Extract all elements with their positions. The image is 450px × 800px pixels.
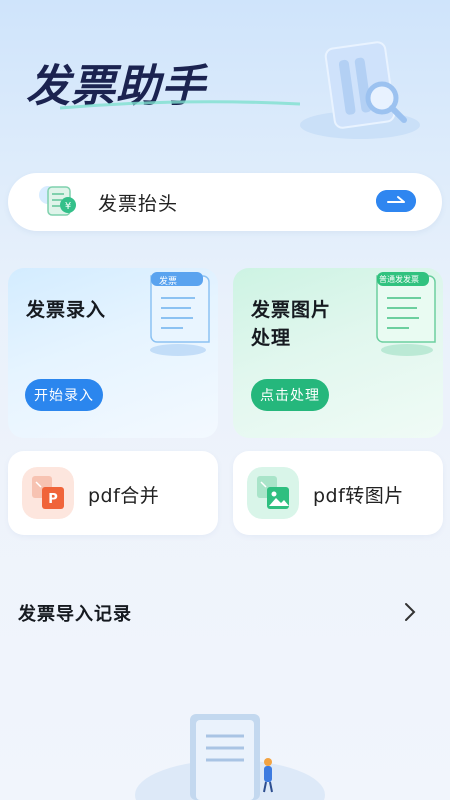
invoice-search-illustration	[300, 41, 420, 139]
pdf-to-image-icon	[247, 467, 299, 519]
start-entry-button[interactable]: 开始录入	[25, 379, 103, 411]
chevron-right-icon[interactable]	[400, 600, 420, 624]
pdf-merge-icon: P	[22, 467, 74, 519]
pdf-to-image-tool[interactable]: pdf转图片	[233, 451, 443, 535]
import-records-title[interactable]: 发票导入记录	[18, 600, 132, 626]
invoice-scroll-tag: 发票	[159, 277, 178, 287]
arrow-right-icon[interactable]	[376, 190, 416, 212]
invoice-image-card[interactable]: 发票图片 处理 普通发发票 点击处理	[233, 268, 443, 438]
invoice-image-title-line1: 发票图片	[251, 299, 332, 321]
pdf-merge-label: pdf合并	[88, 485, 160, 507]
empty-records-illustration	[135, 714, 325, 800]
pdf-to-image-label: pdf转图片	[313, 485, 404, 507]
invoice-image-title-line2: 处理	[251, 327, 292, 349]
invoice-entry-card[interactable]: 发票录入 发票 开始录入	[8, 268, 218, 438]
invoice-header-label: 发票抬头	[98, 193, 179, 215]
invoice-doc-icon: ¥	[39, 186, 76, 216]
invoice-doc-tag: 普通发发票	[379, 275, 419, 284]
pdf-badge-letter: P	[48, 492, 58, 507]
click-process-button[interactable]: 点击处理	[251, 379, 329, 411]
header: 发票助手	[0, 0, 450, 165]
title-underline-swoosh	[60, 100, 300, 110]
pdf-merge-tool[interactable]: P pdf合并	[8, 451, 218, 535]
invoice-entry-title: 发票录入	[26, 299, 107, 321]
svg-text:¥: ¥	[65, 201, 71, 212]
